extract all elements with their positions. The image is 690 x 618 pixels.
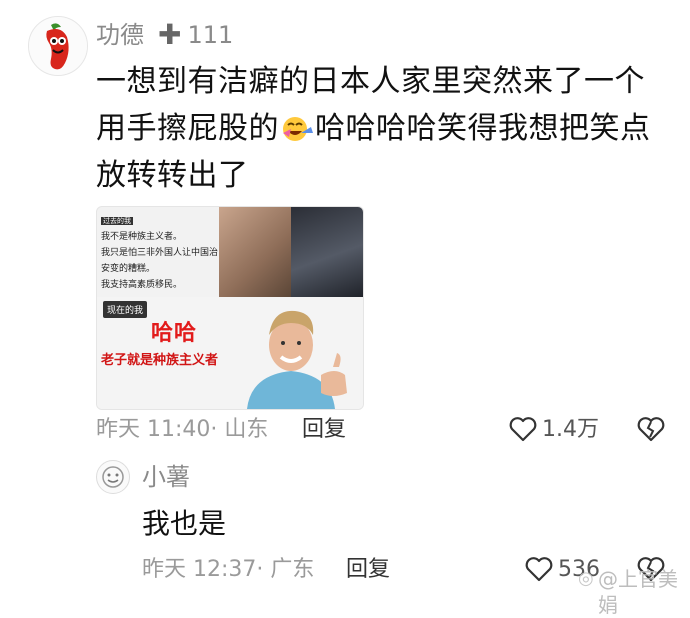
meme-photo-face: [219, 207, 291, 297]
comment-timestamp: 昨天 11:40· 山东: [96, 416, 268, 444]
reply-reply-button[interactable]: 回复: [346, 556, 390, 584]
reply-avatar[interactable]: [96, 460, 130, 494]
smiling-man-thumbs-up-image: [247, 310, 347, 409]
chili-pepper-avatar-icon: [29, 17, 87, 75]
reply-username[interactable]: 小薯: [142, 462, 190, 492]
meme-past-text: 过去的我 我不是种族主义者。 我只是怕三非外国人让中国治安变的糟糕。 我支持高素…: [101, 213, 219, 293]
meme-haha-text: 哈哈: [151, 321, 198, 346]
reply-text: 我也是: [142, 507, 227, 540]
meme-past-tag: 过去的我: [101, 217, 133, 225]
meme-line-3: 我支持高素质移民。: [101, 280, 183, 290]
meme-now-tag: 现在的我: [103, 301, 148, 318]
weibo-logo-icon: ◎: [578, 568, 594, 589]
comment-time: 昨天 11:40: [96, 417, 211, 442]
meme-photo-group: [291, 207, 363, 297]
avatar[interactable]: [28, 16, 88, 76]
meme-line-1: 我不是种族主义者。: [101, 232, 183, 242]
meme-line-2: 我只是怕三非外国人让中国治安变的糟糕。: [101, 248, 219, 274]
reply-time: 昨天 12:37: [142, 557, 257, 582]
heart-icon[interactable]: [508, 414, 538, 444]
smiley-face-avatar-icon: [102, 466, 124, 488]
meme-bottom-panel: 现在的我 哈哈 老子就是种族主义者: [97, 297, 363, 409]
comment-location: · 山东: [210, 417, 269, 442]
comment-username[interactable]: 功德: [96, 20, 144, 50]
reply-button[interactable]: 回复: [302, 416, 346, 444]
laughing-face-icon: [281, 110, 313, 141]
plus-icon: ✚: [158, 18, 182, 51]
comment-text: 一想到有洁癖的日本人家里突然来了一个用手擦屁股的 哈哈哈哈笑得我想把笑点放转转出…: [96, 58, 666, 199]
reply-timestamp: 昨天 12:37· 广东: [142, 556, 314, 584]
user-badge: ✚ 111: [158, 20, 233, 50]
badge-count: 111: [187, 21, 234, 49]
reply-heart-icon[interactable]: [524, 554, 554, 584]
reply-location: · 广东: [256, 557, 315, 582]
like-count: 1.4万: [542, 417, 599, 442]
meme-image[interactable]: 过去的我 我不是种族主义者。 我只是怕三非外国人让中国治安变的糟糕。 我支持高素…: [96, 206, 364, 410]
broken-heart-icon[interactable]: [636, 414, 666, 444]
watermark: @上官美娟: [598, 567, 678, 617]
meme-slogan: 老子就是种族主义者: [101, 353, 219, 368]
